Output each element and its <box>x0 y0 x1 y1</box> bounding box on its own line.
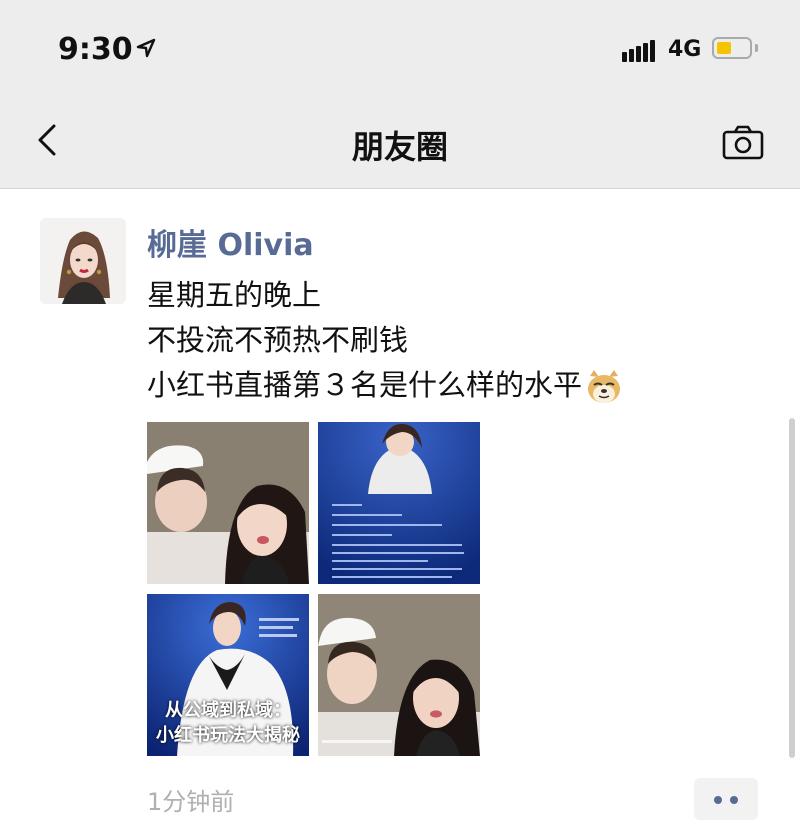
image-caption: 从公域到私域： 小红书玩法大揭秘 <box>156 700 300 746</box>
post-image-1[interactable] <box>147 422 309 584</box>
scrollbar[interactable] <box>789 418 795 758</box>
post-image-3[interactable]: 从公域到私域： 小红书玩法大揭秘 <box>147 594 309 756</box>
avatar[interactable] <box>40 218 126 304</box>
camera-icon[interactable] <box>722 124 764 160</box>
post-line-3: 小红书直播第３名是什么样的水平 <box>147 363 624 408</box>
post-image-2[interactable] <box>318 422 480 584</box>
post-line-2: 不投流不预热不刷钱 <box>147 323 409 357</box>
battery-icon <box>712 37 752 59</box>
signal-icon <box>622 40 658 62</box>
post-text: 星期五的晚上 不投流不预热不刷钱 小红书直播第３名是什么样的水平 <box>147 273 624 408</box>
network-type: 4G <box>668 37 702 62</box>
location-arrow-icon <box>136 38 156 58</box>
post-line-1: 星期五的晚上 <box>147 278 322 312</box>
more-dots-icon[interactable] <box>694 778 758 820</box>
author-name[interactable]: 柳崖 Olivia <box>147 220 314 264</box>
doge-emoji-icon <box>588 370 621 403</box>
header: 9:30 4G 朋友圈 <box>0 0 800 189</box>
page-title: 朋友圈 <box>351 128 448 166</box>
post-time: 1分钟前 <box>147 788 235 816</box>
battery-tip <box>755 44 758 52</box>
status-time: 9:30 <box>58 32 133 67</box>
post-image-4[interactable] <box>318 594 480 756</box>
